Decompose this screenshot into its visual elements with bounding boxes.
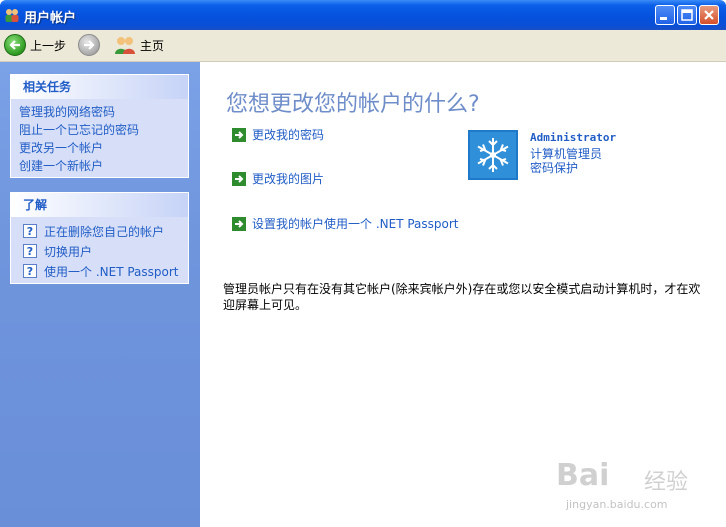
learn-about-panel: 了解 ? 正在删除您自己的帐户 ? 切换用户 ? 使用一个 .NET Passp… xyxy=(10,192,189,284)
page-heading: 您想更改您的帐户的什么? xyxy=(226,92,480,117)
svg-text:?: ? xyxy=(27,225,33,238)
change-picture-link[interactable]: 更改我的图片 xyxy=(232,170,324,187)
user-accounts-icon xyxy=(5,9,19,22)
minimize-button[interactable] xyxy=(655,5,675,25)
change-password-link[interactable]: 更改我的密码 xyxy=(232,126,324,143)
related-tasks-header[interactable]: 相关任务 xyxy=(11,75,188,99)
back-arrow-icon xyxy=(4,34,26,56)
home-button[interactable]: 主页 xyxy=(114,33,164,57)
users-home-icon xyxy=(115,37,135,54)
baidu-watermark: Bai 经验 jingyan.baidu.com xyxy=(556,458,716,518)
close-icon xyxy=(704,10,714,20)
setup-net-passport-link[interactable]: 设置我的帐户使用一个 .NET Passport xyxy=(232,215,459,232)
help-question-icon: ? xyxy=(23,264,37,278)
window-title: 用户帐户 xyxy=(24,11,77,26)
learn-about-header[interactable]: 了解 xyxy=(11,193,188,217)
snowflake-account-picture-icon[interactable] xyxy=(468,130,518,180)
account-status: 密码保护 xyxy=(530,161,579,175)
forward-button[interactable] xyxy=(78,33,100,57)
watermark-url: jingyan.baidu.com xyxy=(566,498,668,511)
task-manage-network-passwords[interactable]: 管理我的网络密码 xyxy=(11,103,188,121)
toolbar: 上一步 主页 xyxy=(0,30,726,62)
title-bar[interactable]: 用户帐户 xyxy=(0,0,726,30)
task-create-new-account[interactable]: 创建一个新帐户 xyxy=(11,157,188,175)
learn-use-net-passport-label: 使用一个 .NET Passport xyxy=(44,264,179,279)
learn-delete-own-account-label: 正在删除您自己的帐户 xyxy=(44,224,165,239)
help-question-icon: ? xyxy=(23,224,37,238)
svg-text:?: ? xyxy=(27,265,33,278)
watermark-brand: Bai xyxy=(556,458,610,493)
forward-arrow-icon xyxy=(78,34,100,56)
green-arrow-icon xyxy=(232,127,246,142)
learn-switch-user[interactable]: ? 切换用户 xyxy=(11,241,188,261)
maximize-icon xyxy=(681,9,693,21)
watermark-sub: 经验 xyxy=(644,470,689,495)
task-prevent-forgotten-password[interactable]: 阻止一个已忘记的密码 xyxy=(11,121,188,139)
task-pane: 相关任务 管理我的网络密码 阻止一个已忘记的密码 更改另一个帐户 创建一个新帐户… xyxy=(0,62,200,527)
green-arrow-icon xyxy=(232,171,246,186)
maximize-button[interactable] xyxy=(677,5,697,25)
svg-text:?: ? xyxy=(27,245,33,258)
close-button[interactable] xyxy=(699,5,719,25)
change-picture-label: 更改我的图片 xyxy=(252,172,325,186)
help-question-icon: ? xyxy=(23,244,37,258)
account-name: Administrator xyxy=(530,131,617,144)
home-label: 主页 xyxy=(140,38,165,53)
learn-delete-own-account[interactable]: ? 正在删除您自己的帐户 xyxy=(11,221,188,241)
back-button[interactable]: 上一步 xyxy=(4,33,66,57)
task-change-another-account[interactable]: 更改另一个帐户 xyxy=(11,139,188,157)
learn-switch-user-label: 切换用户 xyxy=(44,244,93,259)
related-tasks-panel: 相关任务 管理我的网络密码 阻止一个已忘记的密码 更改另一个帐户 创建一个新帐户 xyxy=(10,74,189,178)
back-label: 上一步 xyxy=(30,38,67,53)
setup-net-passport-label: 设置我的帐户使用一个 .NET Passport xyxy=(252,217,459,231)
admin-visibility-note: 管理员帐户只有在没有其它帐户(除来宾帐户外)存在或您以安全模式启动计算机时，才在… xyxy=(223,282,701,312)
green-arrow-icon xyxy=(232,216,246,231)
minimize-icon xyxy=(660,17,667,20)
learn-use-net-passport[interactable]: ? 使用一个 .NET Passport xyxy=(11,261,188,281)
change-password-label: 更改我的密码 xyxy=(252,128,325,142)
